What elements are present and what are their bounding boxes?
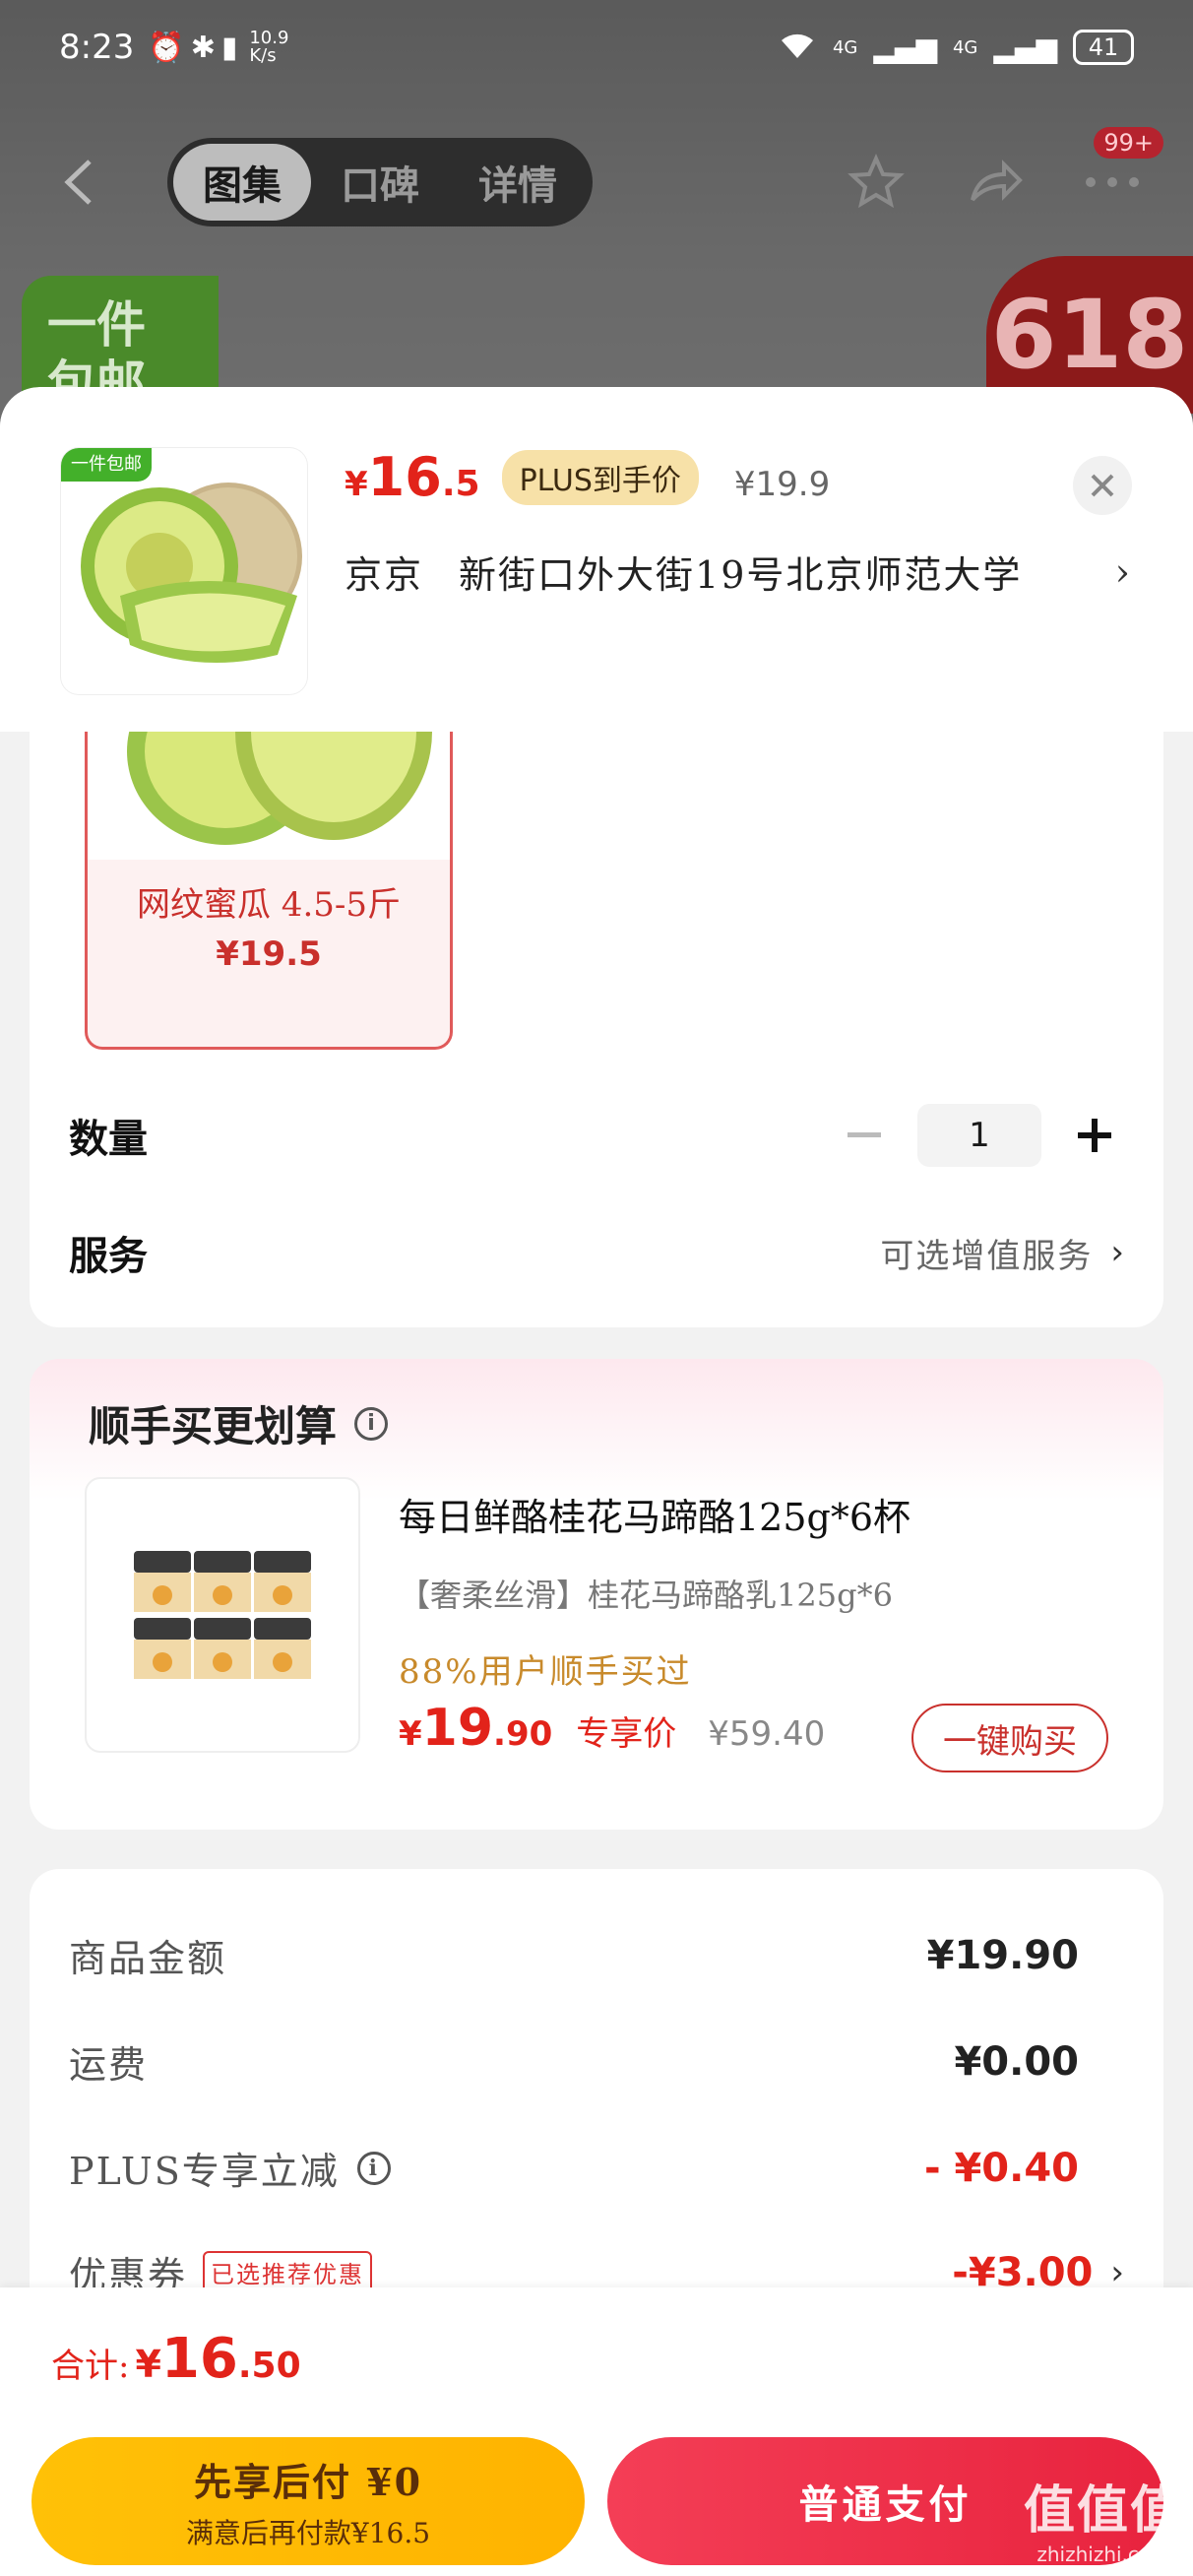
- address-detail: 新街口外大街19号北京师范大学: [459, 553, 1023, 597]
- bundle-buy-stat: 88%用户顺手买过: [399, 1652, 692, 1692]
- one-click-buy-button[interactable]: 一键购买: [911, 1704, 1108, 1772]
- bundle-product-name[interactable]: 每日鲜酪桂花马蹄酪125g*6杯: [399, 1487, 910, 1541]
- free-shipping-tag: 一件包邮: [61, 448, 152, 482]
- signal-bars-icon: ▂▄▆: [993, 31, 1057, 64]
- status-bar: 8:23 ⏰✱▮ 10.9 K/s 4G ▂▄▆ 4G ▂▄▆ 41: [0, 0, 1193, 95]
- close-icon: [1091, 474, 1114, 497]
- fee-value: ¥0.00: [954, 2038, 1079, 2085]
- exclusive-price-label: 专享价: [576, 1714, 677, 1754]
- more-dots-icon[interactable]: [1081, 151, 1144, 214]
- spec-option-price: ¥19.5: [216, 934, 322, 974]
- price-symbol: ¥: [399, 1714, 422, 1754]
- wifi-icon: [778, 29, 817, 67]
- original-price: ¥19.9: [733, 465, 831, 504]
- signal-1-label: 4G: [832, 36, 858, 58]
- watermark-logo: 值值值 zhizhizhi.com: [1024, 2469, 1183, 2566]
- chevron-right-icon: ›: [1114, 549, 1132, 594]
- pay-later-button[interactable]: 先享后付 ¥0 满意后再付款¥16.5: [31, 2437, 585, 2565]
- close-button[interactable]: [1073, 456, 1132, 515]
- pay-later-subtitle: 满意后再付款¥16.5: [185, 2516, 431, 2549]
- signal-bars-icon: ▂▄▆: [873, 31, 937, 64]
- fee-label: PLUS专享立减 i: [69, 2141, 391, 2195]
- order-total: 合计: ¥ 16 .50: [51, 2327, 301, 2391]
- total-integer: 16: [160, 2327, 238, 2391]
- bundle-original-price: ¥59.40: [708, 1714, 826, 1754]
- net-speed: 10.9 K/s: [249, 30, 288, 65]
- status-icons: ⏰✱▮: [148, 30, 244, 65]
- fee-row-subtotal: 商品金额 ¥19.90: [69, 1928, 1079, 1982]
- bundle-price-decimal: .90: [493, 1714, 553, 1754]
- info-icon[interactable]: i: [356, 2151, 391, 2185]
- quantity-label: 数量: [69, 1117, 148, 1162]
- bundle-card: 顺手买更划算 i 每日鲜酪桂花马蹄酪125g*6杯 【奢柔丝滑】桂花马蹄酪乳12…: [30, 1359, 1163, 1830]
- quantity-row: 数量 1: [69, 1104, 1124, 1167]
- back-arrow-icon[interactable]: [49, 153, 108, 212]
- fee-value: ¥19.90: [926, 1932, 1079, 1978]
- price-integer: 16: [367, 446, 442, 508]
- product-thumbnail: 一件包邮: [61, 448, 307, 694]
- service-value: 可选增值服务: [880, 1236, 1094, 1276]
- price-symbol: ¥: [345, 465, 368, 504]
- address-city: 京京: [345, 553, 424, 597]
- total-decimal: .50: [237, 2346, 301, 2386]
- purchase-sheet: 网纹蜜瓜 4.5-5斤 ¥19.5 数量 1 服务 可选增值服务 › 一件包邮 …: [0, 387, 1193, 2576]
- share-icon[interactable]: [963, 151, 1026, 214]
- net-speed-unit: K/s: [249, 45, 277, 66]
- fee-value: - ¥0.40: [923, 2145, 1079, 2191]
- total-label: 合计:: [51, 2347, 130, 2386]
- nav-actions: 99+: [845, 127, 1163, 214]
- spec-option-image: [88, 732, 450, 860]
- fee-row-plus-discount: PLUS专享立减 i - ¥0.40: [69, 2141, 1079, 2195]
- fee-label-text: PLUS专享立减: [69, 2150, 340, 2193]
- info-icon[interactable]: i: [354, 1406, 389, 1441]
- pay-later-title: 先享后付 ¥0: [193, 2459, 423, 2504]
- sheet-header: 一件包邮 ¥ 16 .5 PLUS到手价 ¥19.9 京京 新街口外大街19号北…: [0, 387, 1193, 732]
- tab-gallery[interactable]: 图集: [173, 144, 311, 221]
- tab-reviews[interactable]: 口碑: [311, 144, 449, 221]
- service-label: 服务: [69, 1234, 148, 1279]
- bundle-title-text: 顺手买更划算: [89, 1402, 338, 1450]
- view-tabs: 图集 口碑 详情: [167, 138, 593, 226]
- bundle-price-integer: 19: [421, 1699, 494, 1758]
- status-right: 4G ▂▄▆ 4G ▂▄▆ 41: [778, 29, 1134, 67]
- bundle-title: 顺手买更划算 i: [89, 1393, 389, 1453]
- bundle-product-desc: 【奢柔丝滑】桂花马蹄酪乳125g*6: [399, 1577, 893, 1614]
- tab-details[interactable]: 详情: [449, 144, 587, 221]
- service-row[interactable]: 服务 可选增值服务 ›: [69, 1224, 1124, 1281]
- bundle-product-image[interactable]: [85, 1477, 360, 1753]
- fee-row-shipping: 运费 ¥0.00: [69, 2034, 1079, 2089]
- chevron-right-icon: ›: [1110, 1233, 1124, 1272]
- watermark-text: 值值值: [1023, 2481, 1183, 2541]
- signal-2-label: 4G: [952, 36, 978, 58]
- favorite-star-icon[interactable]: [845, 151, 908, 214]
- checkout-bar: 合计: ¥ 16 .50 先享后付 ¥0 满意后再付款¥16.5 普通支付 值值…: [0, 2287, 1193, 2576]
- delivery-address[interactable]: 京京 新街口外大街19号北京师范大学 ›: [345, 545, 1132, 599]
- fee-label: 商品金额: [69, 1937, 227, 1980]
- quantity-stepper: 1: [835, 1104, 1124, 1167]
- total-symbol: ¥: [135, 2343, 161, 2386]
- battery-icon: 41: [1073, 30, 1134, 65]
- fee-label: 运费: [69, 2043, 149, 2087]
- plus-icon[interactable]: [1065, 1106, 1124, 1165]
- spec-option-name: 网纹蜜瓜 4.5-5斤: [137, 885, 401, 925]
- product-price-row: ¥ 16 .5 PLUS到手价 ¥19.9: [345, 446, 830, 508]
- chevron-right-icon: ›: [1110, 2252, 1124, 2292]
- product-nav-bar: 图集 口碑 详情 99+: [0, 127, 1193, 236]
- status-time: 8:23: [59, 28, 135, 67]
- quantity-value[interactable]: 1: [917, 1104, 1041, 1167]
- price-decimal: .5: [441, 464, 480, 504]
- plus-price-badge: PLUS到手价: [501, 449, 699, 505]
- message-count-badge: 99+: [1094, 127, 1163, 159]
- minus-icon[interactable]: [835, 1106, 894, 1165]
- spec-option-selected[interactable]: 网纹蜜瓜 4.5-5斤 ¥19.5: [85, 732, 453, 1050]
- bundle-price-row: ¥ 19 .90 专享价 ¥59.40: [399, 1699, 825, 1758]
- watermark-url: zhizhizhi.com: [1036, 2543, 1170, 2566]
